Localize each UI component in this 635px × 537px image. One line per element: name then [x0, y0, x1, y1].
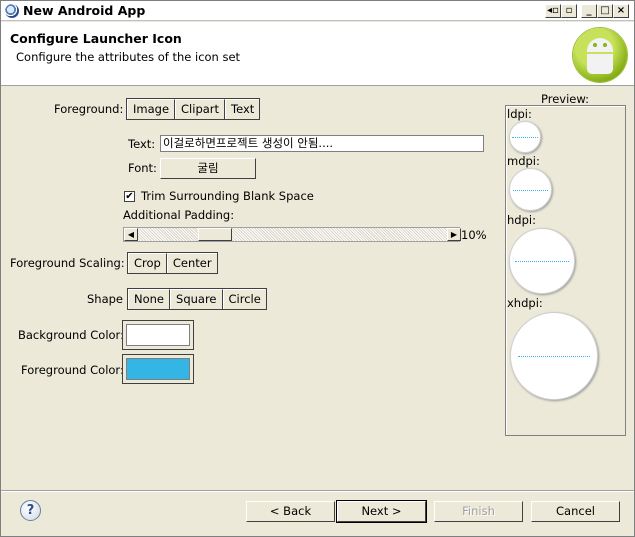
back-label: < Back: [269, 504, 312, 518]
scaling-crop-button[interactable]: Crop: [128, 253, 167, 273]
cancel-label: Cancel: [556, 504, 595, 518]
foreground-label: Foreground:: [54, 102, 124, 116]
slider-thumb[interactable]: [198, 228, 232, 241]
preview-hdpi-label: hdpi:: [507, 213, 536, 227]
minimize-button[interactable]: _: [581, 4, 597, 18]
next-label: Next >: [361, 504, 402, 518]
shape-selector: None Square Circle: [127, 288, 267, 310]
preview-xhdpi-icon: [510, 312, 598, 400]
finish-button[interactable]: Finish: [434, 501, 523, 522]
help-icon[interactable]: ?: [20, 500, 41, 521]
maximize-button[interactable]: □: [597, 4, 613, 18]
foreground-color-label: Foreground Color:: [21, 363, 124, 377]
font-label: Font:: [128, 161, 157, 175]
preview-mdpi-icon: [509, 168, 552, 211]
footer-divider: [1, 490, 634, 492]
text-label: Text:: [128, 137, 156, 151]
shape-circle-button[interactable]: Circle: [222, 289, 266, 309]
robot-head: [587, 38, 613, 52]
wizard-header: Configure Launcher Icon Configure the at…: [1, 22, 634, 86]
robot-eye: [603, 43, 607, 47]
android-logo-icon: [573, 28, 627, 82]
scaling-center-button[interactable]: Center: [166, 253, 217, 273]
preview-panel: ldpi: mdpi: hdpi: xhdpi:: [505, 105, 626, 436]
scaling-selector: Crop Center: [127, 252, 218, 274]
background-color-label: Background Color:: [18, 328, 124, 342]
scaling-label: Foreground Scaling:: [10, 256, 125, 270]
foreground-text-button[interactable]: Text: [225, 99, 260, 119]
robot-body: [587, 54, 613, 74]
next-button[interactable]: Next >: [336, 500, 427, 523]
page-title: Configure Launcher Icon: [10, 31, 182, 46]
foreground-image-button[interactable]: Image: [127, 99, 176, 119]
foreground-clipart-button[interactable]: Clipart: [175, 99, 226, 119]
check-icon: ✔: [125, 191, 134, 202]
slider-left-arrow-icon[interactable]: ◀: [124, 228, 138, 241]
window-title: New Android App: [23, 3, 146, 18]
finish-label: Finish: [462, 504, 495, 518]
preview-hdpi-icon: [509, 228, 575, 294]
trim-label: Trim Surrounding Blank Space: [141, 189, 314, 203]
preview-xhdpi-label: xhdpi:: [507, 296, 543, 310]
foreground-color-button[interactable]: [122, 354, 194, 384]
preview-ldpi-icon: [509, 121, 541, 153]
shape-none-button[interactable]: None: [128, 289, 171, 309]
page-subtitle: Configure the attributes of the icon set: [16, 50, 241, 64]
preview-title: Preview:: [541, 92, 590, 106]
restore-left-icon[interactable]: ◂▫: [545, 4, 561, 18]
trim-checkbox[interactable]: ✔: [124, 191, 135, 202]
font-button[interactable]: 굴림: [160, 158, 256, 179]
slider-right-arrow-icon[interactable]: ▶: [447, 228, 461, 241]
restore-icon[interactable]: ▫: [561, 4, 577, 18]
eclipse-icon: [5, 4, 19, 18]
padding-slider[interactable]: ◀: [123, 227, 460, 242]
dialog-window: New Android App ◂▫ ▫ _ □ × Configure Lau…: [0, 0, 635, 537]
background-color-swatch: [126, 324, 190, 346]
title-bar: New Android App ◂▫ ▫ _ □ ×: [1, 1, 634, 21]
close-button[interactable]: ×: [613, 4, 629, 18]
shape-square-button[interactable]: Square: [170, 289, 223, 309]
back-button[interactable]: < Back: [246, 501, 335, 522]
text-input[interactable]: 이걸로하면프로젝트 생성이 안됨....: [160, 135, 484, 152]
preview-ldpi-label: ldpi:: [507, 107, 532, 121]
background-color-button[interactable]: [122, 320, 194, 350]
cancel-button[interactable]: Cancel: [531, 501, 620, 522]
padding-value: 10%: [461, 228, 487, 242]
foreground-color-swatch: [126, 358, 190, 380]
preview-mdpi-label: mdpi:: [507, 154, 540, 168]
robot-eye: [593, 43, 597, 47]
padding-label: Additional Padding:: [123, 208, 235, 222]
foreground-selector: Image Clipart Text: [126, 98, 261, 120]
shape-label: Shape: [87, 292, 124, 306]
